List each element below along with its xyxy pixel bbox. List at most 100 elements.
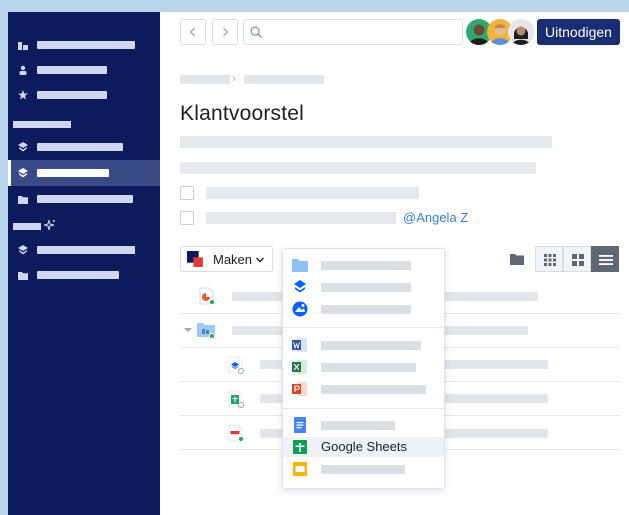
new-folder-button[interactable] xyxy=(503,246,531,272)
sidebar-item-label xyxy=(37,91,107,99)
powerpoint-icon xyxy=(292,382,307,396)
google-sheets-icon xyxy=(293,440,307,454)
sidebar-item-team[interactable] xyxy=(8,237,160,263)
user-avatar-icon xyxy=(512,26,530,45)
pending-badge-icon xyxy=(238,368,244,374)
word-icon xyxy=(292,338,307,352)
excel-icon xyxy=(292,360,307,374)
synced-badge-icon xyxy=(209,333,215,339)
sidebar-item-starred[interactable] xyxy=(8,82,160,108)
sidebar-item-label xyxy=(37,169,109,177)
expand-caret-icon[interactable] xyxy=(184,326,192,334)
sidebar-item-folder[interactable] xyxy=(8,186,160,212)
task-text xyxy=(206,212,396,224)
create-button-label: Maken xyxy=(213,252,253,267)
folder-icon xyxy=(18,196,28,204)
google-docs-icon xyxy=(294,417,306,433)
file-row-icon xyxy=(226,424,244,442)
dropbox-paper-icon xyxy=(294,280,306,293)
forward-button[interactable] xyxy=(212,19,238,45)
view-grid-button[interactable] xyxy=(563,246,591,272)
menu-item-label xyxy=(321,261,411,270)
dropbox-icon xyxy=(18,168,28,178)
sidebar-item-label xyxy=(37,143,123,151)
chevron-down-icon xyxy=(255,251,265,268)
sidebar-item-shared[interactable] xyxy=(8,134,160,160)
create-dropdown-menu: Google Sheets xyxy=(282,248,445,489)
synced-badge-icon xyxy=(209,299,215,305)
pending-badge-icon xyxy=(238,402,244,408)
grid-icon xyxy=(572,254,584,266)
create-button[interactable]: Maken xyxy=(180,246,273,272)
task-text xyxy=(206,187,419,199)
menu-item-excel[interactable] xyxy=(283,357,444,377)
view-list-button[interactable] xyxy=(591,246,619,272)
folder-icon xyxy=(292,259,308,272)
create-icon xyxy=(187,251,203,267)
grid-small-icon xyxy=(544,254,556,266)
breadcrumb-item[interactable] xyxy=(244,75,324,84)
sidebar-item-home[interactable] xyxy=(8,32,160,58)
menu-item-google-slides[interactable] xyxy=(283,459,444,479)
menu-item-google-docs[interactable] xyxy=(283,415,444,435)
sidebar-item-people[interactable] xyxy=(8,57,160,83)
sidebar-item-active[interactable] xyxy=(8,160,160,186)
chevron-right-icon xyxy=(223,27,229,37)
breadcrumb-item[interactable] xyxy=(180,75,230,84)
sidebar-section-heading xyxy=(13,223,41,230)
file-row-icon xyxy=(226,390,244,408)
back-button[interactable] xyxy=(180,19,206,45)
menu-item-label xyxy=(321,341,421,350)
breadcrumb-separator-icon: › xyxy=(232,71,236,85)
menu-item-google-sheets[interactable]: Google Sheets xyxy=(283,437,444,457)
description-line xyxy=(180,136,552,148)
menu-item-label xyxy=(321,421,395,430)
sidebar-item-label xyxy=(37,246,135,254)
showcase-icon xyxy=(292,301,308,317)
sidebar-item-label xyxy=(37,66,107,74)
view-large-grid-button[interactable] xyxy=(535,246,563,272)
menu-item-folder[interactable] xyxy=(283,255,444,275)
folder-icon xyxy=(18,272,28,280)
sidebar-item-label xyxy=(37,195,133,203)
menu-item-word[interactable] xyxy=(283,335,444,355)
menu-item-label xyxy=(321,305,411,314)
dropbox-icon xyxy=(18,245,28,255)
task-checkbox[interactable] xyxy=(180,186,194,200)
sidebar-section-heading xyxy=(13,121,71,128)
task-checkbox[interactable] xyxy=(180,211,194,225)
sidebar xyxy=(8,12,160,515)
menu-item-showcase[interactable] xyxy=(283,299,444,319)
menu-item-label xyxy=(321,385,426,394)
mention-link[interactable]: @Angela Z xyxy=(403,210,468,225)
file-row-icon xyxy=(226,356,244,374)
chevron-left-icon xyxy=(189,27,195,37)
menu-item-label xyxy=(321,283,411,292)
folder-icon xyxy=(510,254,524,265)
file-row-icon xyxy=(197,287,215,305)
sparkle-icon xyxy=(44,219,55,231)
search-icon xyxy=(250,26,263,39)
sidebar-item-team-folder[interactable] xyxy=(8,262,160,288)
description-line xyxy=(180,162,536,174)
page-title: Klantvoorstel xyxy=(180,102,304,125)
menu-item-label xyxy=(321,465,405,474)
star-icon xyxy=(18,90,28,100)
google-slides-icon xyxy=(293,462,307,476)
avatar[interactable] xyxy=(508,19,534,45)
menu-divider xyxy=(283,408,444,409)
search-input[interactable] xyxy=(243,19,463,45)
invite-button[interactable]: Uitnodigen xyxy=(537,19,620,45)
menu-item-label xyxy=(321,363,416,372)
menu-item-paper[interactable] xyxy=(283,277,444,297)
sidebar-item-label xyxy=(37,271,119,279)
synced-badge-icon xyxy=(238,436,244,442)
home-grid-icon xyxy=(18,42,28,50)
menu-item-label: Google Sheets xyxy=(321,439,408,454)
menu-divider xyxy=(283,327,444,328)
menu-item-powerpoint[interactable] xyxy=(283,379,444,399)
sidebar-item-label xyxy=(37,41,135,49)
list-icon xyxy=(599,255,613,265)
dropbox-icon xyxy=(18,142,28,152)
person-icon xyxy=(19,65,27,75)
